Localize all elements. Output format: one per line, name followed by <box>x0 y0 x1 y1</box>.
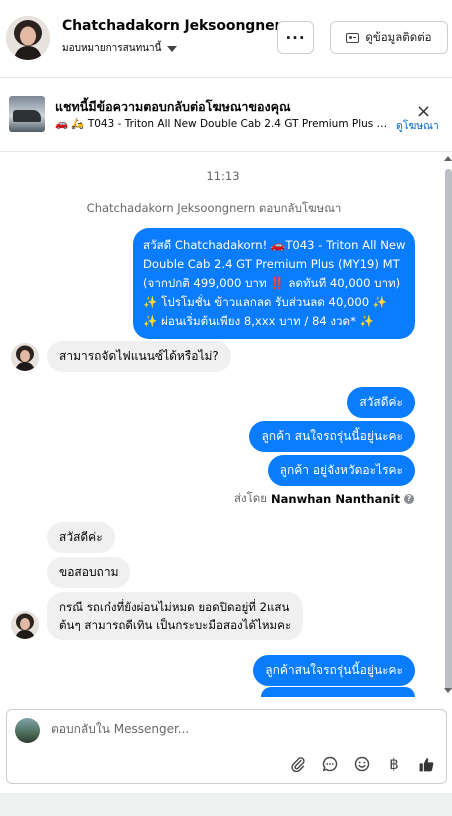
ad-message-line: Double Cab 2.4 GT Premium Plus (MY19) MT <box>143 257 400 271</box>
incoming-message: กรณี รถเก๋งที่ยังผ่อนไม่หมด ยอดปิดอยู่ที… <box>47 592 304 640</box>
messenger-chat-panel: Chatchadakorn Jeksoongnern มอบหมายการสนท… <box>0 0 452 816</box>
chat-bubble-icon[interactable] <box>319 753 341 775</box>
ad-message-line: (จากปกติ 499,000 บาท ‼️ ลดทันที 40,000 บ… <box>143 276 401 290</box>
sent-by-name: Nanwhan Nanthanit <box>271 492 400 506</box>
ad-message-line: สวัสดี Chatchadakorn! 🚗T043 - Triton All… <box>143 238 406 252</box>
message-timestamp: 11:13 <box>206 169 240 183</box>
page-footer-strip <box>0 793 452 816</box>
ad-reply-banner: แชทนี้มีข้อความตอบกลับต่อโฆษณาของคุณ 🚗 🛵… <box>0 79 452 152</box>
contact-button-label: ดูข้อมูลติดต่อ <box>365 29 432 44</box>
sent-by-prefix: ส่งโดย <box>233 491 268 505</box>
chevron-down-icon <box>167 45 178 52</box>
close-icon[interactable]: × <box>416 103 431 121</box>
ad-message-line: ✨ ผ่อนเริ่มต้นเพียง 8,xxx บาท / 84 งวด* … <box>143 314 375 328</box>
page-avatar <box>15 718 40 743</box>
incoming-message: สามารถจัดไฟแนนซ์ได้หรือไม่? <box>47 341 231 372</box>
incoming-message: สวัสดีค่ะ <box>47 522 115 553</box>
scroll-up-arrow-icon[interactable] <box>444 156 452 161</box>
outgoing-message-partial <box>261 687 415 697</box>
assign-conversation-dropdown[interactable]: มอบหมายการสนทนานี้ <box>62 41 178 56</box>
reply-composer: ฿ <box>6 709 447 784</box>
customer-avatar-small <box>11 611 39 639</box>
chat-header: Chatchadakorn Jeksoongnern มอบหมายการสนท… <box>0 0 452 78</box>
thumbs-up-icon[interactable] <box>415 753 437 775</box>
customer-avatar[interactable] <box>6 16 50 60</box>
paperclip-icon[interactable] <box>287 753 309 775</box>
customer-avatar-small <box>11 343 39 371</box>
incoming-message: ขอสอบถาม <box>47 557 131 588</box>
reply-input[interactable] <box>51 722 431 736</box>
customer-name[interactable]: Chatchadakorn Jeksoongnern <box>62 18 291 34</box>
ad-thumbnail <box>9 96 45 132</box>
scrollbar-thumb[interactable] <box>445 169 452 691</box>
incoming-message-line: กรณี รถเก๋งที่ยังผ่อนไม่หมด ยอดปิดอยู่ที… <box>59 600 290 614</box>
ad-reply-note: Chatchadakorn Jeksoongnern ตอบกลับโฆษณา <box>86 201 342 215</box>
contact-card-icon <box>346 32 360 43</box>
scroll-down-arrow-icon[interactable] <box>444 688 452 693</box>
outgoing-message: ลูกค้า สนใจรถรุ่นนี้อยู่นะคะ <box>249 421 415 452</box>
ad-message-line: ✨ โปรโมชั่น ข้าวแลกลด รับส่วนลด 40,000 ✨ <box>143 295 388 309</box>
emoji-icon[interactable] <box>351 753 373 775</box>
info-icon[interactable]: ? <box>404 494 414 504</box>
sent-by-label: ส่งโดย Nanwhan Nanthanit ? <box>234 490 414 508</box>
ad-banner-title: แชทนี้มีข้อความตอบกลับต่อโฆษณาของคุณ <box>55 99 291 114</box>
outgoing-message: ลูกค้า อยู่จังหวัดอะไรคะ <box>267 455 415 486</box>
outgoing-message: ลูกค้าสนใจรถรุ่นนี้อยู่นะคะ <box>253 655 415 686</box>
baht-icon[interactable]: ฿ <box>383 753 405 775</box>
view-contact-info-button[interactable]: ดูข้อมูลติดต่อ <box>330 21 448 54</box>
incoming-message-line: ต้นๆ สามารถดีเทิน เป็นกระบะมือสองได้ไหมค… <box>59 618 292 632</box>
message-list[interactable]: 11:13 Chatchadakorn Jeksoongnern ตอบกลับ… <box>0 153 452 697</box>
more-options-button[interactable]: ··· <box>277 21 314 54</box>
ad-message-bubble: สวัสดี Chatchadakorn! 🚗T043 - Triton All… <box>133 228 415 339</box>
ad-banner-subtitle: 🚗 🛵 T043 - Triton All New Double Cab 2.4… <box>55 118 391 130</box>
outgoing-message: สวัสดีค่ะ <box>347 387 415 418</box>
assign-label: มอบหมายการสนทนานี้ <box>62 43 162 54</box>
composer-toolbar: ฿ <box>287 753 437 775</box>
more-label: ··· <box>285 28 306 47</box>
